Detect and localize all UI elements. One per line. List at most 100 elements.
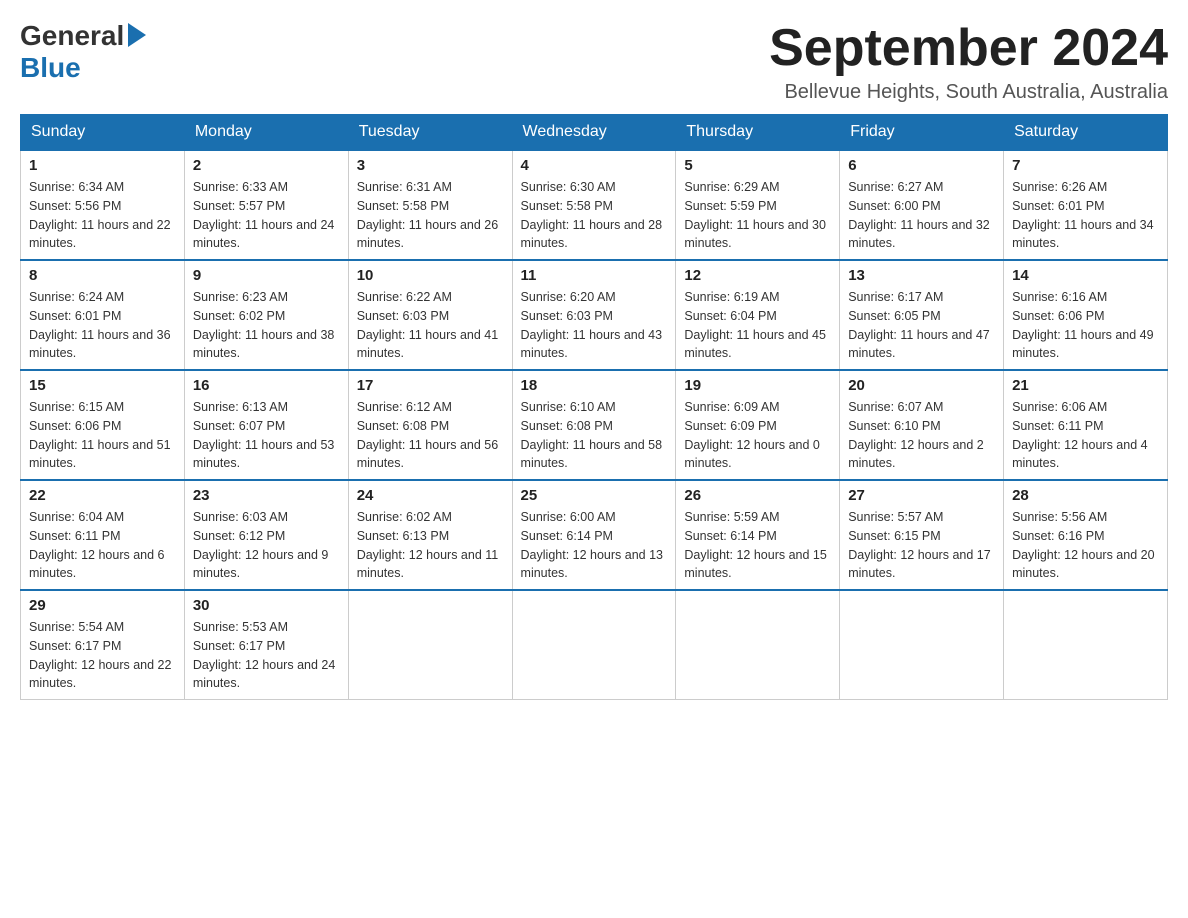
day-info: Sunrise: 6:24 AMSunset: 6:01 PMDaylight:… [29, 288, 176, 363]
day-info: Sunrise: 6:22 AMSunset: 6:03 PMDaylight:… [357, 288, 504, 363]
day-number: 5 [684, 157, 831, 174]
calendar-cell: 2Sunrise: 6:33 AMSunset: 5:57 PMDaylight… [184, 150, 348, 260]
week-row-1: 1 Sunrise: 6:34 AMSunset: 5:56 PMDaylight… [21, 150, 1168, 260]
day-number: 19 [684, 377, 831, 394]
weekday-header-monday: Monday [184, 115, 348, 151]
calendar-cell: 19 Sunrise: 6:09 AMSunset: 6:09 PMDayligh… [676, 370, 840, 480]
calendar-cell: 15Sunrise: 6:15 AMSunset: 6:06 PMDayligh… [21, 370, 185, 480]
calendar-cell: 25Sunrise: 6:00 AMSunset: 6:14 PMDayligh… [512, 480, 676, 590]
weekday-header-row: SundayMondayTuesdayWednesdayThursdayFrid… [21, 115, 1168, 151]
calendar-cell: 16Sunrise: 6:13 AMSunset: 6:07 PMDayligh… [184, 370, 348, 480]
day-number: 3 [357, 157, 504, 174]
day-info: Sunrise: 6:02 AMSunset: 6:13 PMDaylight:… [357, 508, 504, 583]
calendar-cell [512, 590, 676, 700]
calendar-cell: 21Sunrise: 6:06 AMSunset: 6:11 PMDayligh… [1004, 370, 1168, 480]
calendar-cell: 3 Sunrise: 6:31 AMSunset: 5:58 PMDaylight… [348, 150, 512, 260]
day-info: Sunrise: 6:31 AMSunset: 5:58 PMDaylight:… [357, 178, 504, 253]
day-info: Sunrise: 6:00 AMSunset: 6:14 PMDaylight:… [521, 508, 668, 583]
day-info: Sunrise: 6:09 AMSunset: 6:09 PMDaylight:… [684, 398, 831, 473]
day-number: 28 [1012, 487, 1159, 504]
day-number: 23 [193, 487, 340, 504]
day-number: 26 [684, 487, 831, 504]
day-info: Sunrise: 6:20 AMSunset: 6:03 PMDaylight:… [521, 288, 668, 363]
calendar-cell: 10 Sunrise: 6:22 AMSunset: 6:03 PMDayligh… [348, 260, 512, 370]
calendar-cell [840, 590, 1004, 700]
weekday-header-wednesday: Wednesday [512, 115, 676, 151]
day-info: Sunrise: 6:07 AMSunset: 6:10 PMDaylight:… [848, 398, 995, 473]
day-info: Sunrise: 6:04 AMSunset: 6:11 PMDaylight:… [29, 508, 176, 583]
calendar-cell: 26 Sunrise: 5:59 AMSunset: 6:14 PMDayligh… [676, 480, 840, 590]
weekday-header-saturday: Saturday [1004, 115, 1168, 151]
calendar-cell: 22 Sunrise: 6:04 AMSunset: 6:11 PMDayligh… [21, 480, 185, 590]
day-number: 29 [29, 597, 176, 614]
calendar-cell: 18 Sunrise: 6:10 AMSunset: 6:08 PMDayligh… [512, 370, 676, 480]
day-info: Sunrise: 6:27 AMSunset: 6:00 PMDaylight:… [848, 178, 995, 253]
day-info: Sunrise: 6:34 AMSunset: 5:56 PMDaylight:… [29, 178, 176, 253]
calendar-cell: 4 Sunrise: 6:30 AMSunset: 5:58 PMDaylight… [512, 150, 676, 260]
day-info: Sunrise: 6:30 AMSunset: 5:58 PMDaylight:… [521, 178, 668, 253]
day-info: Sunrise: 6:26 AMSunset: 6:01 PMDaylight:… [1012, 178, 1159, 253]
day-number: 8 [29, 267, 176, 284]
calendar-cell: 20Sunrise: 6:07 AMSunset: 6:10 PMDayligh… [840, 370, 1004, 480]
title-block: September 2024 Bellevue Heights, South A… [769, 20, 1168, 104]
calendar-cell: 14Sunrise: 6:16 AMSunset: 6:06 PMDayligh… [1004, 260, 1168, 370]
day-number: 7 [1012, 157, 1159, 174]
day-info: Sunrise: 6:03 AMSunset: 6:12 PMDaylight:… [193, 508, 340, 583]
calendar-table: SundayMondayTuesdayWednesdayThursdayFrid… [20, 114, 1168, 700]
day-number: 27 [848, 487, 995, 504]
day-info: Sunrise: 6:10 AMSunset: 6:08 PMDaylight:… [521, 398, 668, 473]
week-row-4: 22 Sunrise: 6:04 AMSunset: 6:11 PMDayligh… [21, 480, 1168, 590]
day-info: Sunrise: 5:54 AMSunset: 6:17 PMDaylight:… [29, 618, 176, 693]
day-number: 2 [193, 157, 340, 174]
month-title: September 2024 [769, 20, 1168, 77]
calendar-cell: 8 Sunrise: 6:24 AMSunset: 6:01 PMDaylight… [21, 260, 185, 370]
calendar-cell: 28 Sunrise: 5:56 AMSunset: 6:16 PMDayligh… [1004, 480, 1168, 590]
calendar-cell: 11 Sunrise: 6:20 AMSunset: 6:03 PMDayligh… [512, 260, 676, 370]
day-number: 18 [521, 377, 668, 394]
logo-arrow-icon [128, 23, 146, 47]
calendar-cell: 9 Sunrise: 6:23 AMSunset: 6:02 PMDaylight… [184, 260, 348, 370]
weekday-header-thursday: Thursday [676, 115, 840, 151]
calendar-cell [1004, 590, 1168, 700]
logo: General Blue [20, 20, 146, 84]
week-row-2: 8 Sunrise: 6:24 AMSunset: 6:01 PMDaylight… [21, 260, 1168, 370]
calendar-cell: 13Sunrise: 6:17 AMSunset: 6:05 PMDayligh… [840, 260, 1004, 370]
day-number: 17 [357, 377, 504, 394]
day-info: Sunrise: 5:59 AMSunset: 6:14 PMDaylight:… [684, 508, 831, 583]
day-number: 24 [357, 487, 504, 504]
page-header: General Blue September 2024 Bellevue Hei… [20, 20, 1168, 104]
day-info: Sunrise: 6:06 AMSunset: 6:11 PMDaylight:… [1012, 398, 1159, 473]
calendar-cell: 29 Sunrise: 5:54 AMSunset: 6:17 PMDayligh… [21, 590, 185, 700]
day-info: Sunrise: 5:56 AMSunset: 6:16 PMDaylight:… [1012, 508, 1159, 583]
day-info: Sunrise: 6:29 AMSunset: 5:59 PMDaylight:… [684, 178, 831, 253]
day-info: Sunrise: 6:12 AMSunset: 6:08 PMDaylight:… [357, 398, 504, 473]
day-number: 4 [521, 157, 668, 174]
day-number: 12 [684, 267, 831, 284]
day-number: 1 [29, 157, 176, 174]
day-number: 14 [1012, 267, 1159, 284]
day-number: 22 [29, 487, 176, 504]
day-number: 10 [357, 267, 504, 284]
day-info: Sunrise: 5:57 AMSunset: 6:15 PMDaylight:… [848, 508, 995, 583]
calendar-cell: 23 Sunrise: 6:03 AMSunset: 6:12 PMDayligh… [184, 480, 348, 590]
logo-general: General [20, 20, 124, 52]
calendar-cell: 27 Sunrise: 5:57 AMSunset: 6:15 PMDayligh… [840, 480, 1004, 590]
day-number: 9 [193, 267, 340, 284]
calendar-cell: 7 Sunrise: 6:26 AMSunset: 6:01 PMDaylight… [1004, 150, 1168, 260]
day-info: Sunrise: 6:13 AMSunset: 6:07 PMDaylight:… [193, 398, 340, 473]
logo-blue: Blue [20, 52, 81, 84]
day-number: 6 [848, 157, 995, 174]
calendar-cell: 17 Sunrise: 6:12 AMSunset: 6:08 PMDayligh… [348, 370, 512, 480]
weekday-header-sunday: Sunday [21, 115, 185, 151]
calendar-cell: 1 Sunrise: 6:34 AMSunset: 5:56 PMDaylight… [21, 150, 185, 260]
day-info: Sunrise: 6:19 AMSunset: 6:04 PMDaylight:… [684, 288, 831, 363]
calendar-cell: 6 Sunrise: 6:27 AMSunset: 6:00 PMDaylight… [840, 150, 1004, 260]
calendar-cell: 30Sunrise: 5:53 AMSunset: 6:17 PMDayligh… [184, 590, 348, 700]
day-info: Sunrise: 6:23 AMSunset: 6:02 PMDaylight:… [193, 288, 340, 363]
calendar-cell: 12 Sunrise: 6:19 AMSunset: 6:04 PMDayligh… [676, 260, 840, 370]
day-number: 13 [848, 267, 995, 284]
weekday-header-friday: Friday [840, 115, 1004, 151]
location-title: Bellevue Heights, South Australia, Austr… [769, 81, 1168, 104]
week-row-3: 15Sunrise: 6:15 AMSunset: 6:06 PMDayligh… [21, 370, 1168, 480]
day-number: 11 [521, 267, 668, 284]
